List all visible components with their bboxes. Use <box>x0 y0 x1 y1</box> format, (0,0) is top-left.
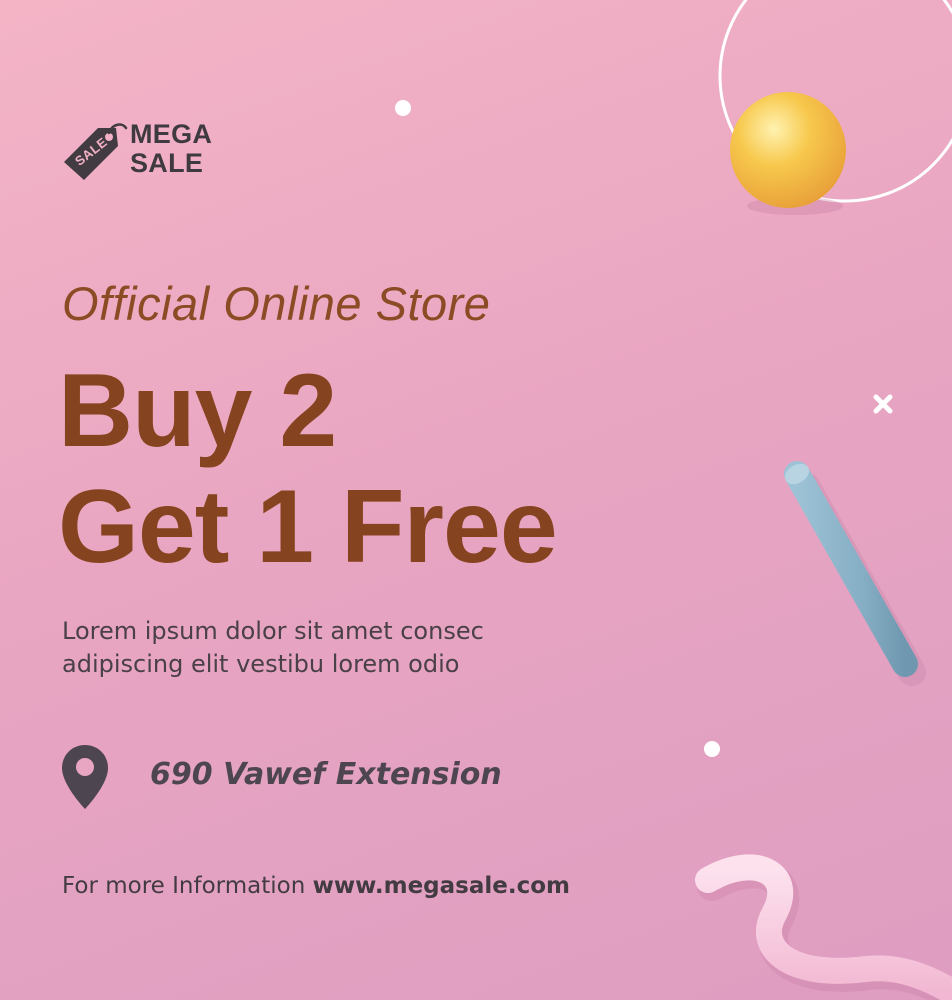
headline-line-2: Get 1 Free <box>58 469 558 585</box>
description-line-2: adipiscing elit vestibu lorem odio <box>62 650 460 678</box>
blue-rod <box>784 461 918 677</box>
headline: Buy 2 Get 1 Free <box>58 353 558 585</box>
white-dot-right <box>704 741 720 757</box>
footer-prefix: For more Information <box>62 873 306 899</box>
website-link[interactable]: www.megasale.com <box>313 873 570 899</box>
cross-mark <box>873 394 893 414</box>
sale-poster: SALE MEGA SALE Official Online Store Buy… <box>0 0 952 1000</box>
white-dot-top <box>395 100 411 116</box>
logo-wordmark: MEGA SALE <box>130 120 212 178</box>
yellow-ball <box>730 92 846 208</box>
description-line-1: Lorem ipsum dolor sit amet consec <box>62 617 484 645</box>
map-pin-icon <box>62 745 108 809</box>
location-row: 690 Vawef Extension <box>60 743 580 813</box>
tagline: Official Online Store <box>62 277 491 330</box>
description: Lorem ipsum dolor sit amet consec adipis… <box>62 615 484 681</box>
mega-sale-logo: SALE MEGA SALE <box>60 118 240 188</box>
address-text: 690 Vawef Extension <box>150 757 502 792</box>
footer: For more Information www.megasale.com <box>62 873 570 899</box>
logo-line-mega: MEGA <box>130 119 213 149</box>
headline-line-1: Buy 2 <box>58 353 337 469</box>
logo-line-sale: SALE <box>130 148 204 178</box>
